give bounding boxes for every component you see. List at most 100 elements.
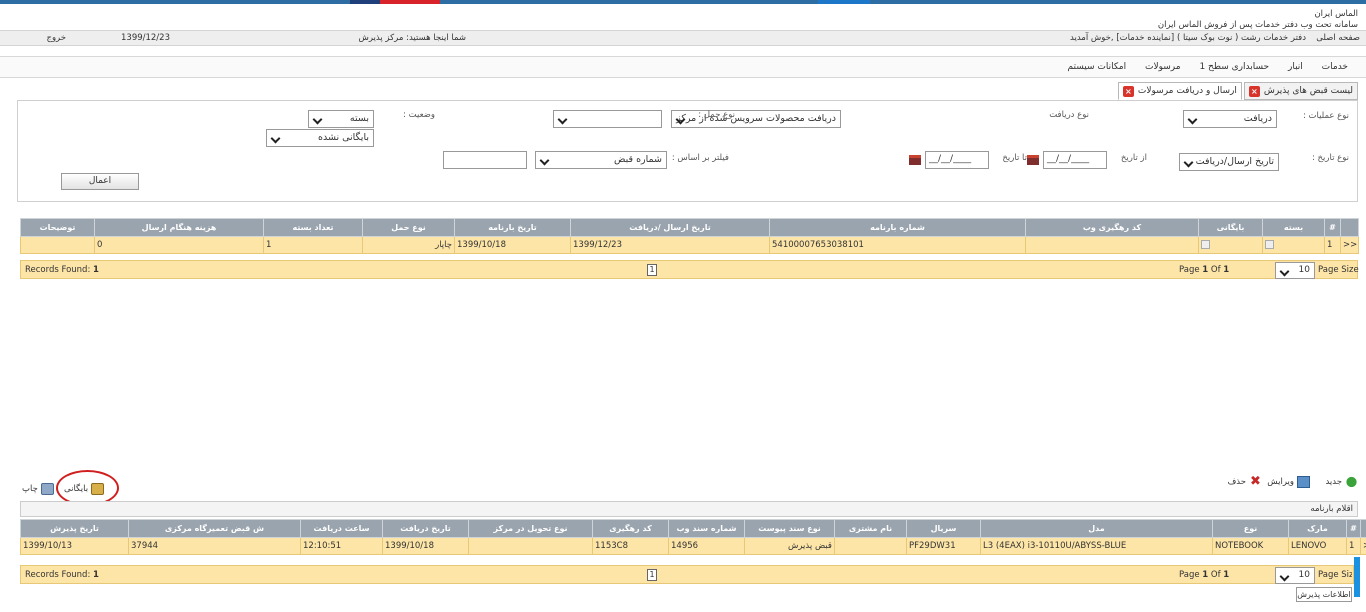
- col-receive-time[interactable]: ساعت دریافت: [300, 519, 383, 538]
- carry-type-label: نوع حمل :: [698, 110, 735, 120]
- col-type[interactable]: نوع: [1212, 519, 1289, 538]
- from-date-input[interactable]: __/__/____: [1043, 151, 1107, 169]
- tab-reception-list[interactable]: لیست قبض های پذیرش ×: [1243, 82, 1358, 100]
- scrollbar-thumb[interactable]: [1354, 557, 1360, 597]
- close-icon[interactable]: ×: [1122, 85, 1134, 97]
- col-tracking[interactable]: کد رهگیری: [592, 519, 669, 538]
- top-bar-segment-navy: [350, 0, 380, 4]
- to-date-input[interactable]: __/__/____: [925, 151, 989, 169]
- chevron-down-icon: [271, 133, 281, 143]
- filter-value-input[interactable]: [443, 151, 527, 169]
- col-receive-date[interactable]: تاریخ دریافت: [382, 519, 469, 538]
- col-index: #: [1324, 218, 1341, 237]
- logout-link[interactable]: خروج: [46, 33, 66, 43]
- col-send-cost[interactable]: هزینه هنگام ارسال: [94, 218, 264, 237]
- page-number-button[interactable]: 1: [647, 264, 657, 276]
- col-carry-type[interactable]: نوع حمل: [362, 218, 455, 237]
- archive-checkbox[interactable]: [1201, 240, 1210, 249]
- new-button[interactable]: جدید: [1325, 476, 1358, 488]
- col-package[interactable]: بسته: [1262, 218, 1325, 237]
- date-type-label: نوع تاریخ :: [1311, 153, 1349, 163]
- waybill-table: # بسته بایگانی کد رهگیری وب شماره بارنام…: [20, 218, 1359, 254]
- tracking-cell: 1153C8: [592, 537, 669, 555]
- home-link[interactable]: صفحه اصلی: [1316, 33, 1360, 43]
- col-serial[interactable]: سریال: [906, 519, 981, 538]
- brand-cell: LENOVO: [1288, 537, 1347, 555]
- col-package-count[interactable]: تعداد بسته: [263, 218, 363, 237]
- date-type-select[interactable]: تاریخ ارسال/دریافت: [1179, 153, 1279, 171]
- table-row[interactable]: >> 1 LENOVO NOTEBOOK L3 (4EAX) i3-10110U…: [20, 537, 1366, 555]
- col-doc-type[interactable]: نوع سند پیوست: [744, 519, 835, 538]
- tab-send-receive[interactable]: ارسال و دریافت مرسولات ×: [1117, 82, 1242, 100]
- chevron-down-icon: [1184, 157, 1194, 167]
- col-model[interactable]: مدل: [980, 519, 1213, 538]
- table-row[interactable]: >> 1 54100007653038101 1399/12/23 1399/1…: [20, 236, 1359, 254]
- expand-toggle[interactable]: >>: [1360, 537, 1366, 555]
- central-receipt-cell: 37944: [128, 537, 301, 555]
- reception-info-button[interactable]: اطلاعات پذیرش: [1296, 587, 1352, 602]
- menu-warehouse[interactable]: انبار: [1280, 57, 1311, 77]
- menu-system[interactable]: امکانات سیستم: [1060, 57, 1135, 77]
- type-cell: NOTEBOOK: [1212, 537, 1289, 555]
- calendar-icon[interactable]: [1027, 155, 1039, 165]
- receive-date-cell: 1399/10/18: [382, 537, 469, 555]
- archive-status-select[interactable]: بایگانی نشده: [266, 129, 374, 147]
- close-icon[interactable]: ×: [1248, 85, 1260, 97]
- chevron-down-icon: [558, 114, 568, 124]
- receive-type-select[interactable]: دریافت محصولات سرویس شده از مرکز: [671, 110, 841, 128]
- page-number-button[interactable]: 1: [647, 569, 657, 581]
- col-central-receipt[interactable]: ش قبض تعمیرگاه مرکزی: [128, 519, 301, 538]
- expand-toggle[interactable]: >>: [1340, 236, 1359, 254]
- edit-icon: [1297, 476, 1310, 488]
- page-size-select[interactable]: 10: [1275, 567, 1315, 584]
- top-bar-segment-red: [380, 0, 440, 4]
- chevron-down-icon: [1188, 114, 1198, 124]
- op-type-select[interactable]: دریافت: [1183, 110, 1277, 128]
- page-size-label: Page Size: [1318, 265, 1359, 275]
- status-label: وضعیت :: [403, 110, 435, 120]
- web-doc-cell: 14956: [668, 537, 745, 555]
- package-checkbox[interactable]: [1265, 240, 1274, 249]
- package-count-cell: 1: [263, 236, 363, 254]
- col-accept-date[interactable]: تاریخ پذیرش: [20, 519, 129, 538]
- col-notes[interactable]: توضیحات: [20, 218, 95, 237]
- customer-cell: [834, 537, 907, 555]
- col-waybill-no[interactable]: شماره بارنامه: [769, 218, 1026, 237]
- package-checkbox-cell: [1262, 236, 1325, 254]
- status-select[interactable]: بسته: [308, 110, 374, 128]
- delete-button[interactable]: ✖ حذف: [1227, 475, 1262, 488]
- col-customer[interactable]: نام مشتری: [834, 519, 907, 538]
- carry-type-cell: چاپار: [362, 236, 455, 254]
- menu-accounting[interactable]: حسابداری سطح 1: [1191, 57, 1277, 77]
- tab-strip: لیست قبض های پذیرش × ارسال و دریافت مرسو…: [1117, 82, 1358, 100]
- col-delivery-type[interactable]: نوع تحویل در مرکز: [468, 519, 593, 538]
- op-type-label: نوع عملیات :: [1302, 111, 1349, 121]
- receive-time-cell: 12:10:51: [300, 537, 383, 555]
- col-expand: [1360, 519, 1366, 538]
- edit-button[interactable]: ویرایش: [1267, 476, 1310, 488]
- col-web-doc[interactable]: شماره سند وب: [668, 519, 745, 538]
- col-brand[interactable]: مارک: [1288, 519, 1347, 538]
- filter-by-select[interactable]: شماره قبض: [535, 151, 667, 169]
- current-date: 1399/12/23: [121, 33, 170, 43]
- calendar-icon[interactable]: [909, 155, 921, 165]
- col-web-code[interactable]: کد رهگیری وب: [1025, 218, 1199, 237]
- col-waybill-date[interactable]: تاریخ بارنامه: [454, 218, 571, 237]
- delivery-type-cell: [468, 537, 593, 555]
- col-archive[interactable]: بایگانی: [1198, 218, 1263, 237]
- location-text: شما اینجا هستید: مرکز پذیرش: [358, 33, 466, 43]
- col-send-date[interactable]: تاریخ ارسال /دریافت: [570, 218, 770, 237]
- serial-cell: PF29DW31: [906, 537, 981, 555]
- print-button[interactable]: چاپ: [22, 483, 54, 495]
- page-size-select[interactable]: 10: [1275, 262, 1315, 279]
- office-welcome: دفتر خدمات رشت ( نوت بوک سیتا ) [نماینده…: [1070, 33, 1306, 43]
- menu-shipments[interactable]: مرسولات: [1137, 57, 1189, 77]
- main-menu: خدمات انبار حسابداری سطح 1 مرسولات امکان…: [0, 56, 1366, 78]
- menu-services[interactable]: خدمات: [1314, 57, 1356, 77]
- carry-type-select[interactable]: [553, 110, 662, 128]
- waybill-date-cell: 1399/10/18: [454, 236, 571, 254]
- apply-button[interactable]: اعمال: [61, 173, 139, 190]
- top-bar-segment-blue: [818, 0, 870, 4]
- chevron-down-icon: [1280, 266, 1290, 276]
- info-bar: صفحه اصلی دفتر خدمات رشت ( نوت بوک سیتا …: [0, 30, 1366, 46]
